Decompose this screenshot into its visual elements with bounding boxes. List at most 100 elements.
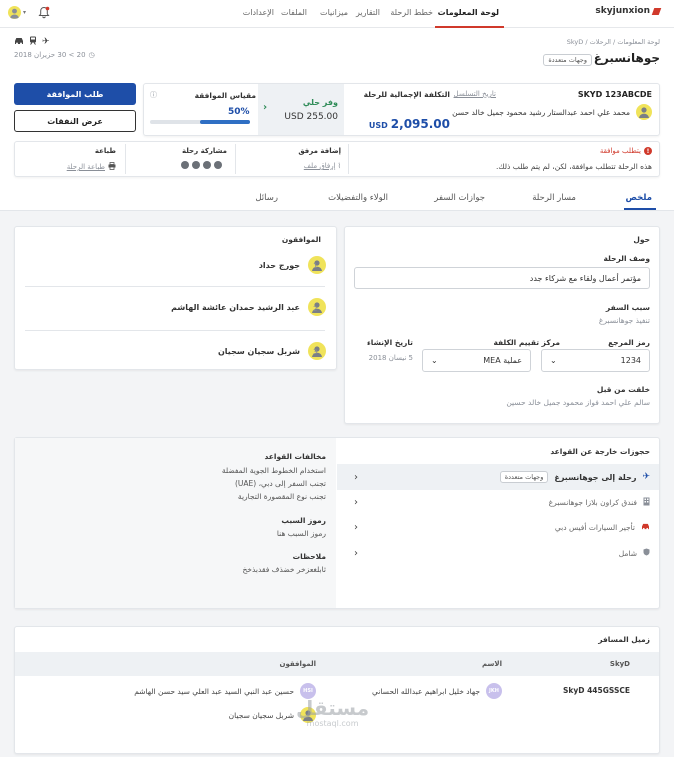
travel-reason-value: تنفيذ جوهانسبرغ (598, 316, 650, 325)
trip-description-label: وصف الرحلة (603, 254, 650, 263)
share-icons (181, 161, 222, 169)
rule-item: تجنب السفر إلى دبي، (UAE) (234, 479, 326, 488)
rule-item: استخدام الخطوط الجوية المفضلة (221, 466, 326, 475)
brand-logo[interactable]: skyjunxion (595, 6, 662, 16)
reference-code-select[interactable]: 1234 ⌄ (541, 349, 650, 372)
trip-dates: ◷ 20 > 30 حزيران 2018 (14, 51, 95, 59)
violation-item[interactable]: تأجير السيارات أفيس دبي ‹ (354, 514, 650, 540)
car-icon (641, 523, 650, 532)
cost-center-label: مركز تقييم الكلفة (493, 338, 560, 347)
tab-summary[interactable]: ملخص (626, 193, 652, 203)
nav-tab-settings[interactable]: الإعدادات (243, 8, 274, 17)
page-title: جوهانسبرغ (593, 51, 660, 65)
total-cost: USD 2,095.00 (368, 117, 450, 131)
email-icon[interactable] (214, 161, 222, 169)
nav-tab-reports[interactable]: التقارير (356, 8, 380, 17)
row-divider (25, 330, 325, 331)
col-header-approvers: الموافقون (279, 660, 317, 668)
user-menu[interactable]: ▾ (8, 6, 26, 19)
violation-item[interactable]: فندق كراون بلازا جوهانسبرغ ‹ (354, 490, 650, 514)
chevron-down-icon: ⌄ (550, 356, 557, 365)
tab-passports[interactable]: جوازات السفر (434, 193, 485, 203)
car-icon (14, 37, 24, 47)
companion-skyd: SkyD 445GSSCE (562, 686, 630, 695)
reference-code-label: رمز المرجع (608, 338, 650, 347)
chevron-left-icon[interactable]: ‹ (263, 102, 267, 113)
about-heading: حول (633, 235, 650, 244)
created-by-label: خلقت من قبل (596, 385, 650, 394)
total-cost-label: التكلفة الإجمالية للرحلة (363, 90, 450, 99)
approver-row[interactable]: جورج حداد (26, 254, 326, 276)
trip-ref: SKYD 123ABCDE (577, 90, 652, 99)
request-approval-button[interactable]: طلب الموافقة (14, 83, 136, 105)
train-icon (29, 36, 37, 47)
travel-reason-label: سبب السفر (605, 303, 650, 312)
alert-text: هذه الرحلة تتطلب موافقة، لكن، لم يتم طلب… (495, 162, 652, 171)
rule-item: تجنب نوع المقصورة التجارية (237, 492, 326, 501)
approver-number: 2 (313, 305, 318, 313)
approval-gauge (150, 120, 250, 124)
paperclip-icon: ⌇ (337, 162, 341, 170)
chevron-down-icon: ⌄ (431, 356, 438, 365)
tab-loyalty[interactable]: الولاء والتفضيلات (328, 193, 388, 203)
cost-center-select[interactable]: عملية MEA ⌄ (422, 349, 531, 372)
nav-tab-dashboard[interactable]: لوحة المعلومات (438, 8, 499, 17)
chevron-left-icon: ‹ (354, 547, 358, 559)
building-icon (643, 497, 650, 508)
google-icon[interactable] (192, 161, 200, 169)
trip-description-field[interactable]: مؤتمر أعمال ولقاء مع شركاء جدد (354, 267, 650, 289)
rules-label: مخالفات القواعد (264, 452, 326, 461)
approver-number: 3 (313, 348, 318, 356)
twitter-icon[interactable] (181, 161, 189, 169)
companion-approver[interactable]: HSI حسين عبد النبي السيد عبد العلي سيد ح… (134, 683, 316, 699)
facebook-icon[interactable] (203, 161, 211, 169)
violations-heading: حجوزات خارجة عن القواعد (550, 447, 650, 456)
approver-number: 1 (313, 262, 318, 270)
approver-row[interactable]: عبد الرشيد حمدان عائشة الهاشم (26, 296, 326, 318)
nav-tab-files[interactable]: الملفات (281, 8, 307, 17)
traveler[interactable]: محمد علي احمد عبدالستار رشيد محمود جميل … (452, 104, 652, 120)
savings-panel[interactable] (258, 84, 344, 135)
print-trip-link[interactable]: طباعة الرحلة (67, 162, 116, 172)
avatar (8, 6, 21, 19)
reason-codes-value: رموز السبب هنا (276, 529, 326, 538)
plane-icon: ✈ (642, 472, 650, 482)
nav-tab-trip-plans[interactable]: خطط الرحلة (390, 8, 433, 17)
savings-label: وفر حلي (302, 98, 338, 107)
logo-mark-icon (651, 7, 662, 15)
attach-file-link[interactable]: ⌇ إرفاق ملف (304, 162, 341, 170)
chevron-left-icon: ‹ (354, 521, 358, 533)
violation-item[interactable]: ✈ رحلة إلى جوهانسبرغ وجهات متعددة ‹ (354, 464, 650, 490)
reason-codes-label: رموز السبب (281, 516, 326, 525)
tab-messages[interactable]: رسائل (255, 193, 278, 203)
print-label: طباعة (94, 147, 116, 155)
companion-name[interactable]: JKH جهاد خليل ابراهيم عبدالله الحساني (372, 683, 502, 699)
gauge-label: مقياس الموافقة ⓘ (150, 90, 256, 100)
actions-divider (125, 144, 126, 174)
share-label: مشاركة رحلة (181, 147, 227, 155)
avatar (636, 104, 652, 120)
avatar: JKH (486, 683, 502, 699)
approver-row[interactable]: شربل سجيان سجيان (26, 340, 326, 362)
tab-itinerary[interactable]: مسار الرحلة (532, 193, 576, 203)
col-header-skyd: SkyD (609, 660, 630, 668)
info-icon[interactable]: ⓘ (150, 90, 157, 100)
plane-icon: ✈ (42, 36, 50, 47)
watermark: مستقل mostaql.com (296, 696, 370, 728)
bell-icon[interactable] (38, 6, 50, 21)
notes-label: ملاحظات (292, 552, 326, 561)
notes-value: ثابلغعزخر خضذف فقدبذخخ (242, 565, 326, 574)
nav-tab-budgets[interactable]: ميزانيات (320, 8, 348, 17)
printer-icon (108, 162, 116, 172)
companion-table-header (15, 652, 659, 676)
tab-active-indicator (624, 208, 656, 210)
attachment-label: إضافة مرفق (298, 147, 341, 155)
actions-divider (235, 144, 236, 174)
actions-divider (348, 144, 349, 174)
violation-item[interactable]: شامل ‹ (354, 540, 650, 566)
companion-heading: زميل المسافر (598, 635, 650, 644)
history-link[interactable]: تاريخ التسلسل (454, 90, 496, 98)
view-expenses-button[interactable]: عرض النفقات (14, 110, 136, 132)
breadcrumb[interactable]: لوحة المعلومات / الرحلات / SkyD (567, 38, 660, 46)
rules-list: استخدام الخطوط الجوية المفضلة تجنب السفر… (222, 464, 326, 503)
